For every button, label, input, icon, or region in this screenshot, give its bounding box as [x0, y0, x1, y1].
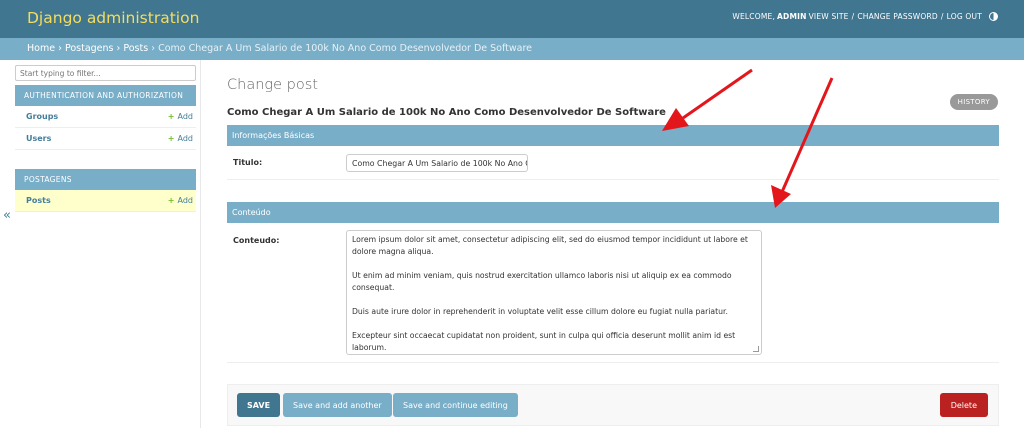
nav-filter-input[interactable]	[15, 65, 196, 81]
titulo-label: Titulo:	[233, 158, 263, 167]
add-posts-link[interactable]: + Add	[168, 196, 193, 205]
breadcrumb: Home › Postagens › Posts › Como Chegar A…	[0, 38, 1024, 60]
arrow-icon	[662, 68, 753, 131]
separator: /	[851, 12, 855, 21]
plus-icon: +	[167, 196, 175, 205]
paragraph: Excepteur sint occaecat cupidatat non pr…	[352, 331, 736, 352]
site-brand[interactable]: Django administration	[27, 9, 199, 27]
username: ADMIN	[777, 12, 807, 21]
sidebar-item-groups: Groups + Add	[15, 106, 196, 128]
page-title: Change post	[227, 77, 318, 93]
titulo-input[interactable]: Como Chegar A Um Salario de 100k No Ano …	[346, 154, 528, 172]
breadcrumb-sep: ›	[58, 43, 62, 54]
plus-icon: +	[167, 134, 175, 143]
logout-link[interactable]: LOG OUT	[947, 12, 982, 21]
conteudo-label: Conteudo:	[233, 236, 280, 245]
nav-sidebar: AUTHENTICATION AND AUTHORIZATION Groups …	[0, 60, 201, 428]
sidebar-collapse-icon[interactable]: «	[3, 208, 11, 223]
view-site-link[interactable]: VIEW SITE	[809, 12, 849, 21]
sidebar-item-label[interactable]: Posts	[26, 196, 51, 205]
paragraph: Ut enim ad minim veniam, quis nostrud ex…	[352, 271, 732, 292]
fieldset-caption-content: Conteúdo	[227, 202, 999, 223]
breadcrumb-sep: ›	[116, 43, 121, 54]
submit-row: SAVE Save and add another Save and conti…	[227, 384, 999, 426]
breadcrumb-home[interactable]: Home	[27, 43, 55, 54]
breadcrumb-current: Como Chegar A Um Salario de 100k No Ano …	[158, 43, 533, 54]
paragraph: Duis aute irure dolor in reprehenderit i…	[352, 307, 728, 316]
object-title: Como Chegar A Um Salario de 100k No Ano …	[227, 107, 666, 118]
breadcrumb-app[interactable]: Postagens	[65, 43, 114, 54]
save-button[interactable]: SAVE	[237, 393, 281, 417]
form-row-conteudo: Conteudo: Lorem ipsum dolor sit amet, co…	[227, 223, 999, 363]
change-password-link[interactable]: CHANGE PASSWORD	[857, 12, 938, 21]
sidebar-item-label[interactable]: Users	[26, 134, 51, 143]
add-label: Add	[177, 196, 194, 205]
paragraph: Lorem ipsum dolor sit amet, consectetur …	[352, 235, 748, 256]
header: Django administration WELCOME, ADMIN VIE…	[0, 0, 1024, 38]
sidebar-item-posts: Posts + Add	[15, 190, 196, 212]
delete-button[interactable]: Delete	[939, 393, 988, 417]
save-and-add-another-button[interactable]: Save and add another	[283, 393, 392, 417]
form-row-titulo: Titulo: Como Chegar A Um Salario de 100k…	[227, 146, 999, 180]
user-tools: WELCOME, ADMIN VIEW SITE / CHANGE PASSWO…	[732, 12, 998, 21]
fieldset-caption-basic: Informações Básicas	[227, 125, 999, 146]
theme-toggle-icon[interactable]	[989, 12, 998, 21]
add-label: Add	[177, 112, 194, 121]
add-groups-link[interactable]: + Add	[168, 112, 193, 121]
breadcrumb-model[interactable]: Posts	[123, 43, 148, 54]
sidebar-item-users: Users + Add	[15, 128, 196, 150]
module-caption-postagens[interactable]: POSTAGENS	[15, 169, 196, 190]
breadcrumb-sep: ›	[151, 43, 156, 54]
separator: /	[940, 12, 944, 21]
welcome-text: WELCOME,	[732, 12, 776, 21]
plus-icon: +	[167, 112, 175, 121]
add-label: Add	[177, 134, 194, 143]
save-and-continue-button[interactable]: Save and continue editing	[393, 393, 518, 417]
history-button[interactable]: HISTORY	[949, 94, 998, 110]
resize-handle-icon[interactable]	[753, 346, 759, 352]
conteudo-textarea[interactable]: Lorem ipsum dolor sit amet, consectetur …	[346, 230, 762, 355]
sidebar-item-label[interactable]: Groups	[26, 112, 58, 121]
module-caption-auth[interactable]: AUTHENTICATION AND AUTHORIZATION	[15, 85, 196, 106]
add-users-link[interactable]: + Add	[168, 134, 193, 143]
